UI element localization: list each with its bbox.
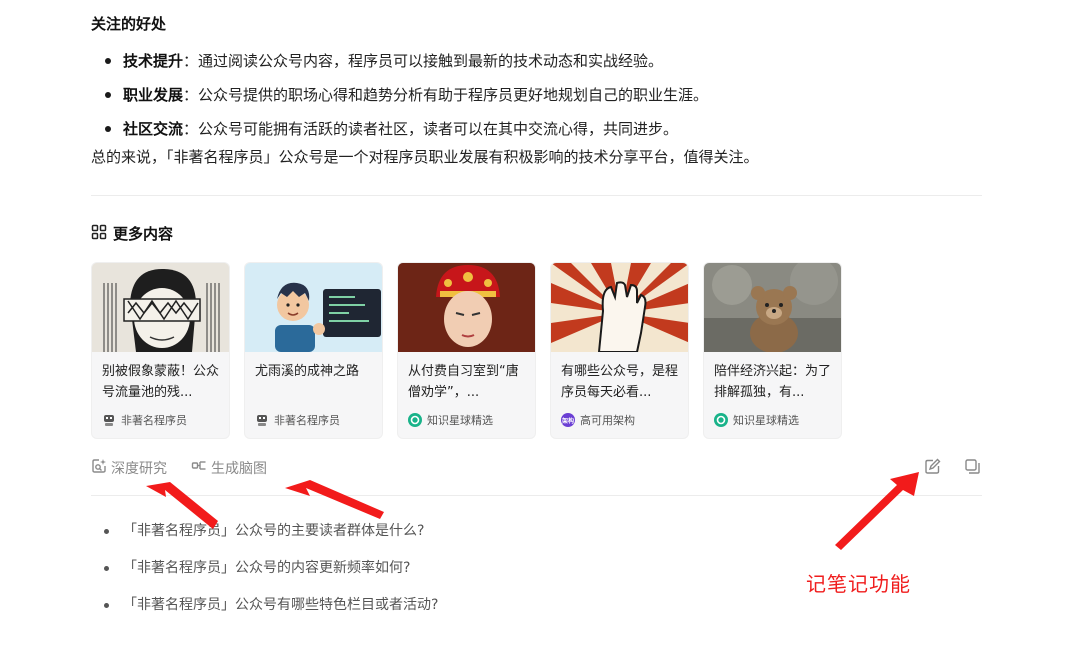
divider [91,195,982,196]
gkyjg-logo-icon: 架构 [561,413,575,427]
deep-research-button[interactable]: 深度研究 [91,458,167,478]
benefit-item: 社区交流：公众号可能拥有活跃的读者社区，读者可以在其中交流心得，共同进步。 [91,112,991,146]
copy-icon [964,458,981,479]
related-card[interactable]: 有哪些公众号，是程序员每天必看... 架构 高可用架构 [550,262,689,439]
mind-map-icon [191,458,207,478]
benefit-term: 职业发展 [123,86,184,104]
card-thumbnail [398,263,535,352]
suggested-question[interactable]: 「非著名程序员」公众号的主要读者群体是什么? [91,513,438,550]
note-edit-icon [924,458,941,479]
annotation-label: 记笔记功能 [806,572,911,596]
card-thumbnail [551,263,688,352]
mind-map-button[interactable]: 生成脑图 [191,458,267,478]
zsxq-logo-icon [408,413,422,427]
deep-research-label: 深度研究 [111,461,167,477]
more-content-header: 更多内容 [91,223,173,244]
card-title: 从付费自习室到“唐僧劝学”，... [408,364,519,400]
benefit-text: ：公众号提供的职场心得和趋势分析有助于程序员更好地规划自己的职业生涯。 [183,86,709,104]
copy-button[interactable] [962,458,982,478]
benefit-term: 社区交流 [123,120,184,138]
more-content-title: 更多内容 [113,225,174,243]
card-source-name: 知识星球精选 [427,414,493,427]
card-thumbnail [92,263,229,352]
card-source: 知识星球精选 [714,412,799,428]
robot-avatar-icon [102,413,116,427]
suggested-questions: 「非著名程序员」公众号的主要读者群体是什么? 「非著名程序员」公众号的内容更新频… [91,513,438,624]
card-source: 架构 高可用架构 [561,412,635,428]
related-cards: 别被假象蒙蔽！公众号流量池的残... 非著名程序员 尤雨溪的成神之路 非著名程序… [91,262,842,439]
card-source-name: 非著名程序员 [121,414,187,427]
benefit-text: ：公众号可能拥有活跃的读者社区，读者可以在其中交流心得，共同进步。 [183,120,679,138]
card-source-name: 知识星球精选 [733,414,799,427]
suggested-question[interactable]: 「非著名程序员」公众号的内容更新频率如何? [91,550,438,587]
page: 关注的好处 技术提升：通过阅读公众号内容，程序员可以接触到最新的技术动态和实战经… [0,0,1080,664]
note-actions [922,458,982,478]
benefit-term: 技术提升 [123,52,184,70]
benefit-item: 职业发展：公众号提供的职场心得和趋势分析有助于程序员更好地规划自己的职业生涯。 [91,78,991,112]
benefit-text: ：通过阅读公众号内容，程序员可以接触到最新的技术动态和实战经验。 [183,52,664,70]
red-arrow-icon [835,472,919,550]
card-source: 非著名程序员 [102,412,187,428]
divider [91,495,982,496]
summary-text: 总的来说，「非著名程序员」公众号是一个对程序员职业发展有积极影响的技术分享平台，… [91,148,759,166]
card-title: 别被假象蒙蔽！公众号流量池的残... [102,364,219,400]
card-thumbnail [704,263,841,352]
card-source: 知识星球精选 [408,412,493,428]
card-source-name: 高可用架构 [580,414,635,427]
card-title: 陪伴经济兴起：为了排解孤独，有... [714,364,831,400]
grid-icon [91,224,107,244]
card-title: 尤雨溪的成神之路 [255,364,360,379]
mind-map-label: 生成脑图 [211,461,267,477]
suggested-question[interactable]: 「非著名程序员」公众号有哪些特色栏目或者活动? [91,587,438,624]
related-card[interactable]: 别被假象蒙蔽！公众号流量池的残... 非著名程序员 [91,262,230,439]
zsxq-logo-icon [714,413,728,427]
robot-avatar-icon [255,413,269,427]
related-card[interactable]: 尤雨溪的成神之路 非著名程序员 [244,262,383,439]
card-title: 有哪些公众号，是程序员每天必看... [561,364,678,400]
benefit-item: 技术提升：通过阅读公众号内容，程序员可以接触到最新的技术动态和实战经验。 [91,44,991,78]
deep-research-icon [91,458,107,478]
card-thumbnail [245,263,382,352]
take-note-button[interactable] [922,458,942,478]
action-bar: 深度研究 生成脑图 [91,458,267,478]
card-source-name: 非著名程序员 [274,414,340,427]
related-card[interactable]: 陪伴经济兴起：为了排解孤独，有... 知识星球精选 [703,262,842,439]
benefits-list: 技术提升：通过阅读公众号内容，程序员可以接触到最新的技术动态和实战经验。 职业发… [91,44,991,146]
related-card[interactable]: 从付费自习室到“唐僧劝学”，... 知识星球精选 [397,262,536,439]
card-source: 非著名程序员 [255,412,340,428]
benefits-heading: 关注的好处 [91,15,167,33]
